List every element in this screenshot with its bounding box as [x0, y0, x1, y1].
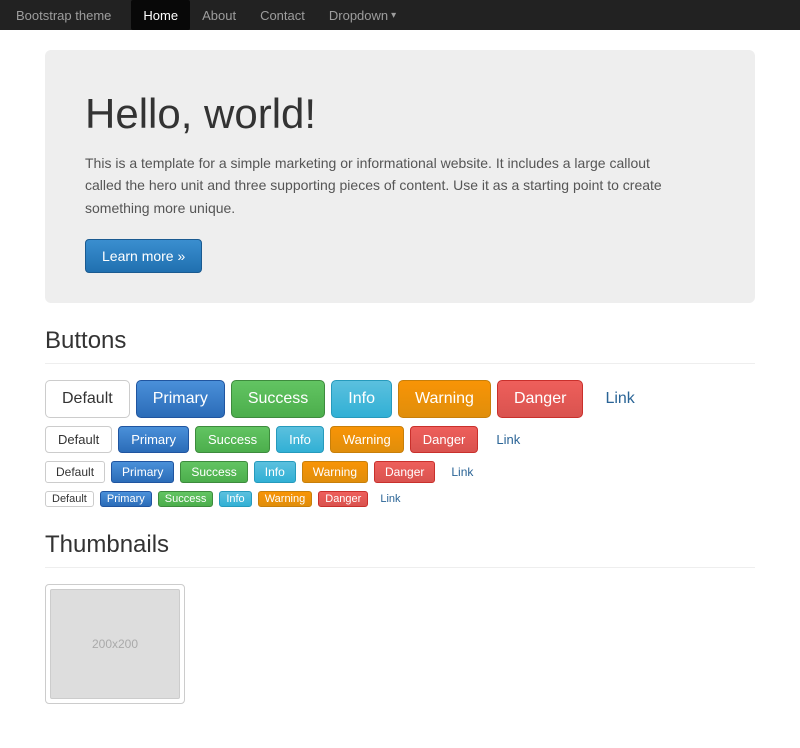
thumbnail-placeholder: 200x200: [50, 589, 180, 699]
dropdown-arrow-icon: ▾: [391, 10, 396, 21]
hero-body: This is a template for a simple marketin…: [85, 152, 685, 219]
btn-success-md[interactable]: Success: [195, 426, 270, 453]
thumbnails-section: Thumbnails 200x200: [45, 531, 755, 704]
btn-info-lg[interactable]: Info: [331, 380, 392, 418]
btn-danger-md[interactable]: Danger: [410, 426, 479, 453]
thumbnails-section-title: Thumbnails: [45, 531, 755, 568]
hero-heading: Hello, world!: [85, 90, 715, 138]
nav-item-contact: Contact: [248, 0, 317, 30]
btn-default-xs[interactable]: Default: [45, 491, 94, 507]
btn-success-xs[interactable]: Success: [158, 491, 214, 507]
nav-item-about: About: [190, 0, 248, 30]
btn-danger-xs[interactable]: Danger: [318, 491, 368, 507]
btn-link-xs[interactable]: Link: [374, 492, 406, 506]
btn-link-lg[interactable]: Link: [589, 381, 650, 417]
btn-default-md[interactable]: Default: [45, 426, 112, 453]
btn-info-sm[interactable]: Info: [254, 461, 296, 483]
btn-success-lg[interactable]: Success: [231, 380, 325, 418]
btn-danger-lg[interactable]: Danger: [497, 380, 583, 418]
btn-info-xs[interactable]: Info: [219, 491, 251, 507]
nav-item-home: Home: [131, 0, 190, 30]
btn-primary-md[interactable]: Primary: [118, 426, 189, 453]
btn-primary-lg[interactable]: Primary: [136, 380, 225, 418]
buttons-section-title: Buttons: [45, 327, 755, 364]
btn-warning-sm[interactable]: Warning: [302, 461, 368, 483]
btn-info-md[interactable]: Info: [276, 426, 324, 453]
btn-warning-md[interactable]: Warning: [330, 426, 404, 453]
nav-link-dropdown[interactable]: Dropdown ▾: [317, 0, 408, 30]
btn-primary-sm[interactable]: Primary: [111, 461, 174, 483]
btn-default-lg[interactable]: Default: [45, 380, 130, 418]
thumbnail-item[interactable]: 200x200: [45, 584, 185, 704]
btn-default-sm[interactable]: Default: [45, 461, 105, 483]
buttons-section: Buttons Default Primary Success Info War…: [45, 327, 755, 507]
btn-link-sm[interactable]: Link: [441, 462, 483, 482]
button-row-md: Default Primary Success Info Warning Dan…: [45, 426, 755, 453]
navbar-brand[interactable]: Bootstrap theme: [16, 8, 111, 23]
navbar: Bootstrap theme Home About Contact Dropd…: [0, 0, 800, 30]
navbar-nav: Home About Contact Dropdown ▾: [131, 0, 408, 30]
nav-item-dropdown: Dropdown ▾: [317, 0, 408, 30]
button-row-lg: Default Primary Success Info Warning Dan…: [45, 380, 755, 418]
main-container: Hello, world! This is a template for a s…: [30, 30, 770, 748]
btn-success-sm[interactable]: Success: [180, 461, 247, 483]
btn-warning-xs[interactable]: Warning: [258, 491, 313, 507]
button-row-sm: Default Primary Success Info Warning Dan…: [45, 461, 755, 483]
button-row-xs: Default Primary Success Info Warning Dan…: [45, 491, 755, 507]
btn-danger-sm[interactable]: Danger: [374, 461, 435, 483]
learn-more-button[interactable]: Learn more »: [85, 239, 202, 273]
nav-link-about[interactable]: About: [190, 0, 248, 30]
btn-warning-lg[interactable]: Warning: [398, 380, 491, 418]
btn-link-md[interactable]: Link: [484, 427, 532, 452]
btn-primary-xs[interactable]: Primary: [100, 491, 152, 507]
nav-link-home[interactable]: Home: [131, 0, 190, 30]
nav-link-contact[interactable]: Contact: [248, 0, 317, 30]
hero-unit: Hello, world! This is a template for a s…: [45, 50, 755, 303]
